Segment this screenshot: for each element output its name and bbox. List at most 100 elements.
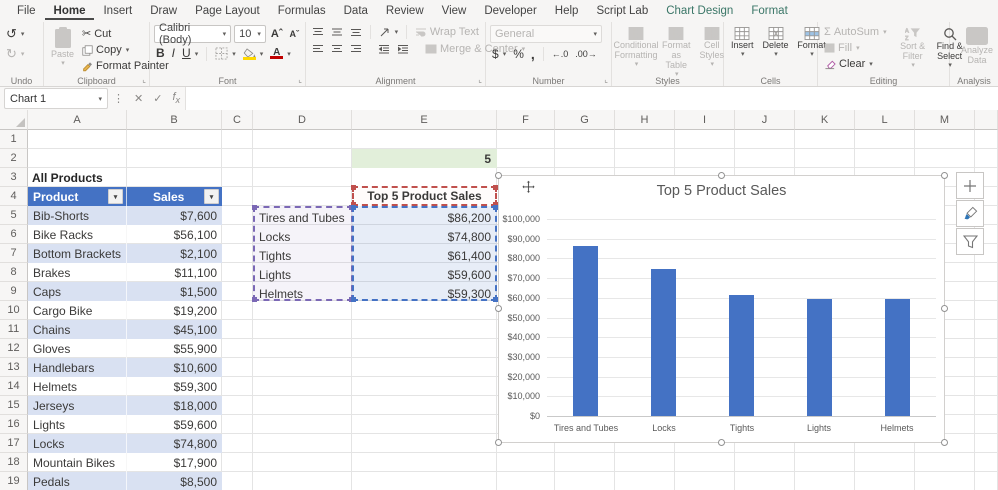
italic-button[interactable]: I bbox=[170, 47, 177, 60]
tab-file[interactable]: File bbox=[8, 2, 45, 21]
decrease-indent-button[interactable] bbox=[376, 43, 392, 55]
bar[interactable] bbox=[807, 299, 832, 416]
chart-resize-handle-e[interactable] bbox=[941, 305, 948, 312]
cancel-icon[interactable]: ✕ bbox=[129, 92, 148, 105]
paste-button[interactable]: Paste ▾ bbox=[48, 25, 77, 71]
delete-cells-button[interactable]: Delete▾ bbox=[760, 25, 792, 62]
top5-value-range[interactable]: $86,200$74,800$61,400$59,600$59,300 bbox=[352, 206, 497, 301]
name-box[interactable]: Chart 1▾ bbox=[4, 88, 108, 109]
row-header[interactable]: 12 bbox=[0, 339, 28, 358]
chart-plot-area[interactable]: $0$10,000$20,000$30,000$40,000$50,000$60… bbox=[499, 176, 944, 442]
conditional-formatting-button[interactable]: Conditional Formatting▾ bbox=[616, 25, 656, 72]
sales-cell[interactable]: $59,600 bbox=[127, 415, 222, 434]
x-axis-category-label[interactable]: Tights bbox=[703, 423, 781, 433]
alignment-dialog-launcher[interactable]: ⌞ bbox=[478, 76, 482, 84]
row-header[interactable]: 17 bbox=[0, 434, 28, 453]
sales-cell[interactable]: $74,800 bbox=[127, 434, 222, 453]
bar[interactable] bbox=[885, 299, 910, 416]
product-cell[interactable]: Brakes bbox=[28, 263, 127, 282]
product-cell[interactable]: Lights bbox=[28, 415, 127, 434]
row-header[interactable]: 10 bbox=[0, 301, 28, 320]
clipboard-dialog-launcher[interactable]: ⌞ bbox=[142, 76, 146, 84]
sort-filter-button[interactable]: AZ Sort & Filter▾ bbox=[896, 25, 930, 73]
filter-dropdown-icon[interactable]: ▾ bbox=[108, 189, 123, 204]
tab-script-lab[interactable]: Script Lab bbox=[587, 2, 657, 21]
sales-cell[interactable]: $45,100 bbox=[127, 320, 222, 339]
top5-header-cell[interactable]: Top 5 Product Sales bbox=[354, 188, 495, 204]
number-format-combo[interactable]: General▾ bbox=[490, 25, 602, 43]
accounting-format-button[interactable]: $▾ bbox=[490, 46, 508, 62]
row-header[interactable]: 18 bbox=[0, 453, 28, 472]
x-axis-category-label[interactable]: Lights bbox=[780, 423, 858, 433]
tab-chart-design[interactable]: Chart Design bbox=[657, 2, 742, 21]
product-cell[interactable]: Locks bbox=[28, 434, 127, 453]
chart-resize-handle-sw[interactable] bbox=[495, 439, 502, 446]
comma-style-button[interactable]: , bbox=[529, 48, 537, 60]
product-cell[interactable]: Helmets bbox=[28, 377, 127, 396]
column-header[interactable]: F bbox=[497, 110, 555, 130]
column-header-product[interactable]: Product▾ bbox=[28, 187, 127, 206]
y-axis-tick-label[interactable]: $30,000 bbox=[496, 352, 540, 362]
column-header[interactable]: G bbox=[555, 110, 615, 130]
range-corner-handle[interactable] bbox=[252, 297, 257, 302]
chart-resize-handle-s[interactable] bbox=[718, 439, 725, 446]
sales-cell[interactable]: $8,500 bbox=[127, 472, 222, 490]
row-header[interactable]: 11 bbox=[0, 320, 28, 339]
row-header[interactable]: 9 bbox=[0, 282, 28, 301]
top5-product-cell[interactable]: Lights bbox=[255, 265, 351, 284]
tab-view[interactable]: View bbox=[433, 2, 476, 21]
chart-styles-button[interactable] bbox=[956, 200, 984, 227]
sales-cell[interactable]: $55,900 bbox=[127, 339, 222, 358]
row-header[interactable]: 5 bbox=[0, 206, 28, 225]
column-header[interactable]: E bbox=[352, 110, 497, 130]
tab-insert[interactable]: Insert bbox=[94, 2, 141, 21]
underline-button[interactable]: U▾ bbox=[180, 47, 200, 60]
row-header[interactable]: 1 bbox=[0, 130, 28, 149]
product-cell[interactable]: Gloves bbox=[28, 339, 127, 358]
select-all-corner[interactable] bbox=[0, 110, 28, 130]
x-axis-category-label[interactable]: Locks bbox=[625, 423, 703, 433]
fill-button[interactable]: Fill▾ bbox=[822, 41, 889, 55]
y-axis-tick-label[interactable]: $0 bbox=[496, 411, 540, 421]
product-cell[interactable]: Chains bbox=[28, 320, 127, 339]
align-middle-button[interactable] bbox=[329, 26, 345, 38]
decrease-font-button[interactable]: Aˇ bbox=[288, 28, 302, 40]
column-header[interactable] bbox=[975, 110, 998, 130]
row-header[interactable]: 14 bbox=[0, 377, 28, 396]
top5-sales-cell[interactable]: $86,200 bbox=[354, 208, 495, 227]
row-header[interactable]: 16 bbox=[0, 415, 28, 434]
sales-cell[interactable]: $19,200 bbox=[127, 301, 222, 320]
bar[interactable] bbox=[729, 295, 754, 416]
row-header[interactable]: 8 bbox=[0, 263, 28, 282]
chart[interactable]: Top 5 Product Sales $0$10,000$20,000$30,… bbox=[498, 175, 945, 443]
chart-resize-handle-nw[interactable] bbox=[495, 172, 502, 179]
top5-product-cell[interactable]: Helmets bbox=[255, 284, 351, 303]
sales-cell[interactable]: $1,500 bbox=[127, 282, 222, 301]
align-bottom-button[interactable] bbox=[348, 26, 364, 38]
column-header[interactable]: J bbox=[735, 110, 795, 130]
align-left-button[interactable] bbox=[310, 43, 326, 55]
range-corner-handle[interactable] bbox=[351, 297, 356, 302]
sales-cell[interactable]: $7,600 bbox=[127, 206, 222, 225]
redo-button[interactable]: ↻▾ bbox=[4, 45, 26, 63]
range-corner-handle[interactable] bbox=[351, 185, 356, 190]
cell-all-products-title[interactable]: All Products bbox=[32, 168, 152, 187]
column-header-sales[interactable]: Sales▾ bbox=[127, 187, 222, 206]
font-dialog-launcher[interactable]: ⌞ bbox=[298, 76, 302, 84]
bar[interactable] bbox=[651, 269, 676, 416]
tab-developer[interactable]: Developer bbox=[475, 2, 545, 21]
filter-dropdown-icon[interactable]: ▾ bbox=[204, 189, 219, 204]
formula-input[interactable] bbox=[185, 87, 998, 110]
product-cell[interactable]: Jerseys bbox=[28, 396, 127, 415]
tab-draw[interactable]: Draw bbox=[141, 2, 186, 21]
product-cell[interactable]: Bib-Shorts bbox=[28, 206, 127, 225]
sales-cell[interactable]: $56,100 bbox=[127, 225, 222, 244]
number-dialog-launcher[interactable]: ⌞ bbox=[604, 76, 608, 84]
y-axis-tick-label[interactable]: $60,000 bbox=[496, 293, 540, 303]
top5-category-range[interactable]: Tires and TubesLocksTightsLightsHelmets bbox=[253, 206, 353, 301]
sales-cell[interactable]: $10,600 bbox=[127, 358, 222, 377]
column-header[interactable]: C bbox=[222, 110, 253, 130]
y-axis-tick-label[interactable]: $10,000 bbox=[496, 391, 540, 401]
top5-product-cell[interactable]: Locks bbox=[255, 227, 351, 246]
top5-header-range[interactable]: Top 5 Product Sales bbox=[352, 186, 497, 206]
